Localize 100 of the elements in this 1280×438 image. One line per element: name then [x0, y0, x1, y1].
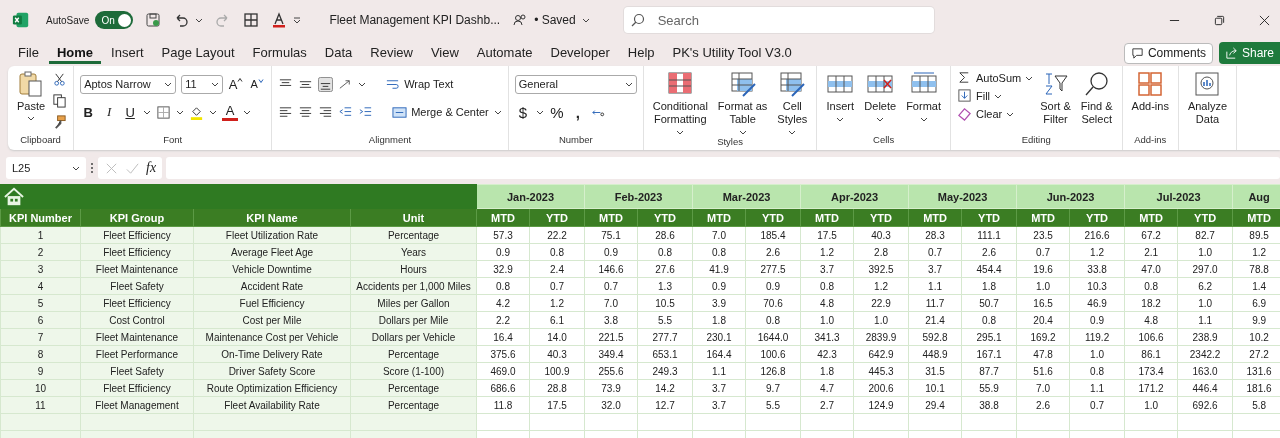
group-label: Number — [558, 134, 593, 145]
ribbon-tab[interactable]: View — [422, 42, 467, 64]
autosum-button[interactable]: AutoSum — [956, 70, 1034, 85]
copy-icon[interactable] — [52, 93, 68, 108]
merge-center-button[interactable]: Merge & Center — [392, 104, 489, 120]
format-painter-icon[interactable] — [52, 114, 68, 129]
fill-color-icon[interactable] — [189, 104, 205, 120]
insert-function-button[interactable]: fx — [146, 160, 157, 176]
ribbon-tab[interactable]: Developer — [542, 42, 618, 64]
font-color-icon[interactable] — [271, 12, 288, 28]
group-label: Font — [163, 134, 183, 145]
ribbon-tab[interactable]: Data — [316, 42, 361, 64]
grow-font-button[interactable]: A — [228, 76, 245, 92]
group-label: Alignment — [368, 134, 412, 145]
caret-icon — [788, 128, 797, 136]
font-name-dropdown[interactable]: Aptos Narrow — [80, 74, 177, 94]
ribbon-tab[interactable]: Insert — [103, 42, 152, 64]
caret-icon — [27, 114, 36, 122]
ribbon-button[interactable]: Format as Table — [714, 70, 771, 136]
share-button[interactable]: Share — [1218, 42, 1280, 64]
ribbon-tab[interactable]: PK's Utility Tool V3.0 — [664, 42, 800, 64]
shrink-font-button[interactable]: A — [249, 78, 266, 90]
fill-button[interactable]: Fill — [956, 88, 1034, 103]
ribbon-button[interactable]: Cell Styles — [774, 70, 811, 136]
caret-icon — [738, 128, 747, 136]
underline-button[interactable]: U — [122, 104, 139, 120]
number-format-dropdown[interactable]: General — [514, 74, 637, 94]
document-title: Fleet Management KPI Dashb... — [329, 13, 501, 27]
caret-icon — [164, 80, 173, 88]
caret-icon[interactable] — [209, 108, 218, 116]
ribbon-tab[interactable]: Formulas — [244, 42, 315, 64]
save-status[interactable]: • Saved — [534, 13, 576, 27]
ribbon-button[interactable]: Format — [903, 70, 944, 123]
merge-cells-icon — [392, 104, 408, 120]
share-icon — [1224, 46, 1238, 60]
clear-button[interactable]: Clear — [956, 106, 1034, 121]
grid-icon — [1136, 70, 1165, 98]
font-size-dropdown[interactable]: 11 — [181, 74, 224, 94]
people-icon[interactable] — [512, 12, 529, 28]
ribbon-tab[interactable]: Page Layout — [153, 42, 243, 64]
currency-button[interactable]: $ — [514, 103, 531, 121]
font-color-button[interactable]: A — [222, 103, 239, 121]
close-icon[interactable] — [1259, 14, 1270, 26]
sort-filter-button[interactable]: Sort & Filter — [1037, 70, 1074, 126]
restore-icon[interactable] — [1214, 14, 1225, 26]
caret-icon[interactable] — [535, 108, 544, 116]
down-caret-icon — [257, 79, 264, 83]
cell-styles-icon — [778, 70, 807, 98]
chevron-icon[interactable] — [581, 16, 590, 24]
caret-icon[interactable] — [243, 108, 252, 116]
caret-icon[interactable] — [143, 108, 152, 116]
autosave-label: AutoSave — [46, 14, 90, 26]
ribbon-button[interactable]: Conditional Formatting — [649, 70, 711, 136]
ribbon-tab[interactable]: Help — [619, 42, 663, 64]
caret-icon — [72, 164, 80, 172]
align-left-icon[interactable] — [278, 104, 294, 120]
ribbon-tab[interactable]: Review — [362, 42, 421, 64]
caret-icon — [211, 80, 220, 88]
save-icon[interactable] — [145, 12, 162, 28]
percent-button[interactable]: % — [548, 103, 565, 121]
home-icon[interactable] — [3, 186, 25, 207]
wrap-text-button[interactable]: Wrap Text — [385, 76, 454, 92]
caret-icon[interactable] — [493, 108, 502, 116]
customize-icon[interactable] — [293, 16, 302, 24]
italic-button[interactable]: I — [101, 104, 118, 120]
caret-icon[interactable] — [195, 16, 204, 24]
group-label: Cells — [873, 134, 895, 145]
name-box[interactable]: L25 — [6, 157, 86, 179]
cut-icon[interactable] — [52, 72, 68, 87]
month-header: Feb-2023 — [584, 184, 693, 209]
ribbon-tab[interactable]: File — [10, 42, 47, 64]
caret-icon[interactable] — [176, 108, 185, 116]
ribbon-tab[interactable]: Automate — [468, 42, 541, 64]
comment-icon — [1130, 46, 1144, 60]
group-label: Add-ins — [1134, 134, 1167, 145]
borders-icon[interactable] — [243, 12, 260, 28]
month-header: Aug — [1232, 184, 1280, 209]
paste-button[interactable]: Paste — [14, 70, 49, 122]
ribbon-button[interactable]: Delete — [861, 70, 900, 123]
comma-button[interactable]: , — [569, 103, 586, 121]
align-right-icon[interactable] — [318, 104, 334, 120]
ribbon-button[interactable]: Insert — [823, 70, 858, 123]
format-table-icon — [728, 70, 757, 98]
comments-button[interactable]: Comments — [1123, 42, 1213, 64]
search-field[interactable]: Search — [623, 7, 934, 33]
month-header: Jan-2023 — [476, 184, 585, 209]
group-label: Styles — [717, 136, 743, 147]
caret-icon[interactable] — [358, 80, 367, 88]
group-label: Clipboard — [20, 134, 61, 145]
add-ins-button[interactable]: Add-ins — [1128, 70, 1172, 113]
caret-icon — [624, 80, 633, 88]
more-icon[interactable] — [90, 161, 94, 175]
month-header: Jun-2023 — [1016, 184, 1125, 209]
caret-icon — [836, 115, 845, 123]
find-select-button[interactable]: Find & Select — [1077, 70, 1116, 126]
bold-button[interactable]: B — [80, 104, 97, 120]
analyze-data-button[interactable]: Analyze Data — [1184, 70, 1231, 126]
align-bottom-icon[interactable] — [318, 76, 334, 92]
autosave-toggle[interactable]: On — [95, 11, 134, 29]
align-center-icon[interactable] — [298, 104, 314, 120]
